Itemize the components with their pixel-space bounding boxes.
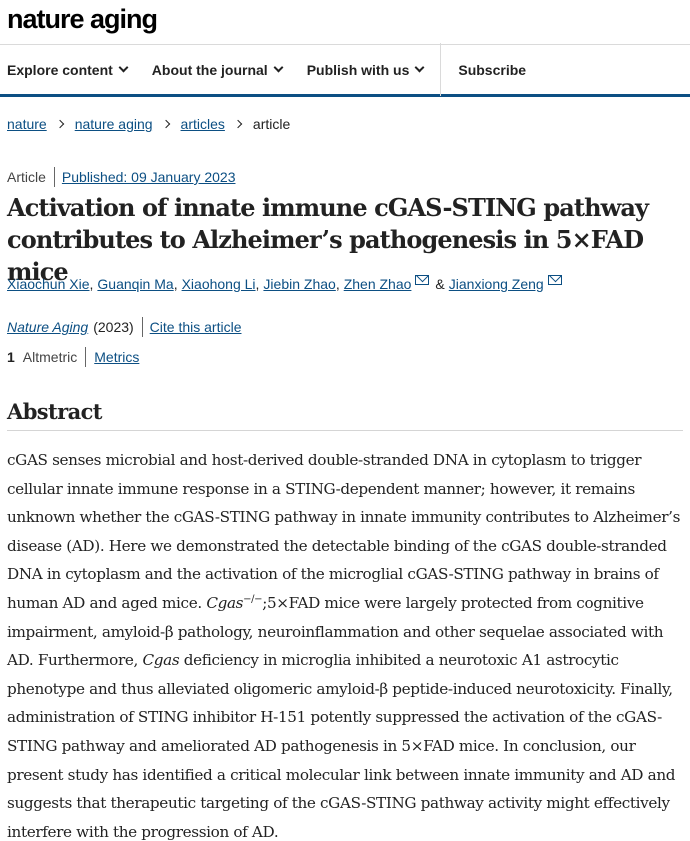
nav-explore-content[interactable]: Explore content: [7, 61, 129, 78]
article-type: Article: [7, 167, 55, 187]
nav-about-journal-label: About the journal: [151, 61, 268, 78]
envelope-icon[interactable]: [547, 275, 562, 285]
author-link[interactable]: Xiaochun Xie: [7, 276, 90, 292]
author-separator: ,: [255, 276, 260, 292]
abstract-part: deficiency in microglia inhibited a neur…: [7, 651, 676, 841]
subscribe-label: Subscribe: [458, 61, 527, 78]
chevron-down-icon: [118, 62, 129, 73]
journal-link[interactable]: Nature Aging: [7, 319, 88, 335]
subscribe-link[interactable]: Subscribe: [458, 62, 526, 78]
author-link[interactable]: Jianxiong Zeng: [449, 276, 544, 292]
author-and: &: [435, 276, 445, 292]
knockout-superscript: −/−: [243, 593, 263, 605]
author-link[interactable]: Guanqin Ma: [97, 276, 173, 292]
article-meta: Article Published: 09 January 2023: [7, 167, 235, 187]
author-link[interactable]: Jiebin Zhao: [263, 276, 335, 292]
chevron-down-icon: [414, 62, 425, 73]
site-header: nature aging: [0, 0, 690, 44]
altmetric-label: Altmetric: [23, 347, 87, 367]
nav-divider: [440, 43, 442, 96]
author-separator: ,: [89, 276, 94, 292]
altmetric-count: 1: [7, 349, 15, 365]
chevron-right-icon: [233, 119, 243, 129]
gene-name: Cgas: [206, 593, 244, 612]
gene-name: Cgas: [142, 651, 180, 670]
metrics-info: 1 Altmetric Metrics: [7, 347, 139, 367]
author-separator: ,: [173, 276, 178, 292]
breadcrumb-articles[interactable]: articles: [181, 116, 225, 132]
nav-publish-with-us-label: Publish with us: [306, 61, 410, 78]
envelope-icon[interactable]: [415, 275, 430, 285]
author-list: Xiaochun Xie, Guanqin Ma, Xiaohong Li, J…: [7, 275, 568, 292]
abstract-heading: Abstract: [7, 399, 683, 431]
breadcrumb: nature nature aging articles article: [7, 116, 290, 132]
chevron-down-icon: [273, 62, 284, 73]
metrics-link[interactable]: Metrics: [94, 349, 139, 365]
abstract-part: cGAS senses microbial and host-derived d…: [7, 451, 681, 612]
cite-this-article-link[interactable]: Cite this article: [150, 319, 242, 335]
author-link[interactable]: Zhen Zhao: [344, 276, 412, 292]
author-link[interactable]: Xiaohong Li: [182, 276, 256, 292]
main-nav: Explore content About the journal Publis…: [0, 43, 690, 97]
published-date-link[interactable]: Published: 09 January 2023: [62, 169, 236, 185]
publication-year: (2023): [93, 317, 143, 337]
breadcrumb-nature[interactable]: nature: [7, 116, 47, 132]
abstract-text: cGAS senses microbial and host-derived d…: [7, 446, 687, 841]
nav-publish-with-us[interactable]: Publish with us: [306, 61, 425, 78]
author-separator: ,: [335, 276, 340, 292]
article-title: Activation of innate immune cGAS-STING p…: [7, 193, 649, 286]
chevron-right-icon: [161, 119, 170, 129]
nature-aging-logo[interactable]: nature aging: [7, 2, 158, 36]
breadcrumb-current: article: [252, 116, 291, 132]
chevron-right-icon: [55, 119, 64, 129]
journal-info: Nature Aging (2023) Cite this article: [7, 317, 241, 337]
nav-about-journal[interactable]: About the journal: [151, 61, 284, 78]
breadcrumb-nature-aging[interactable]: nature aging: [75, 116, 153, 132]
nav-explore-content-label: Explore content: [7, 61, 113, 78]
